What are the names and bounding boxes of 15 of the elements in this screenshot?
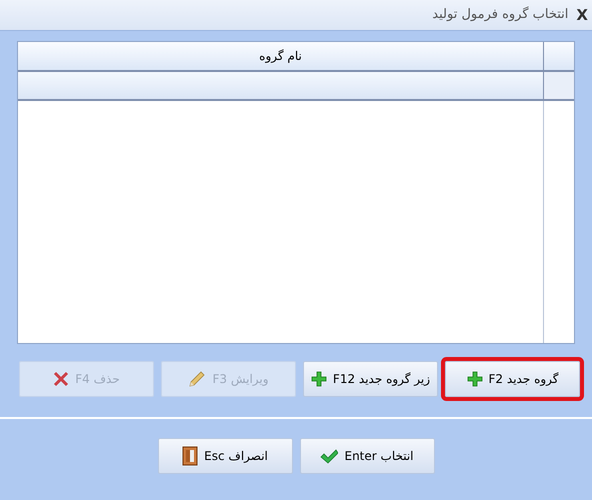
column-header[interactable]: نام گروه <box>18 42 544 70</box>
pencil-icon <box>188 370 206 388</box>
check-icon <box>320 448 338 464</box>
row-indicator-cell <box>544 72 574 99</box>
action-button[interactable]: انتخاب Enter <box>300 438 434 474</box>
action-button[interactable]: انصراف Esc <box>158 438 292 474</box>
action-button[interactable]: زیر گروه جدید F12 <box>303 361 438 397</box>
header-corner-cell <box>544 42 574 70</box>
door-icon <box>182 446 198 466</box>
plus-icon <box>466 371 483 387</box>
filter-row[interactable] <box>18 72 544 99</box>
window-title: انتخاب گروه فرمول تولید <box>432 6 568 24</box>
cross-icon <box>53 371 70 387</box>
close-button[interactable]: X <box>576 4 588 26</box>
plus-icon <box>310 371 327 387</box>
